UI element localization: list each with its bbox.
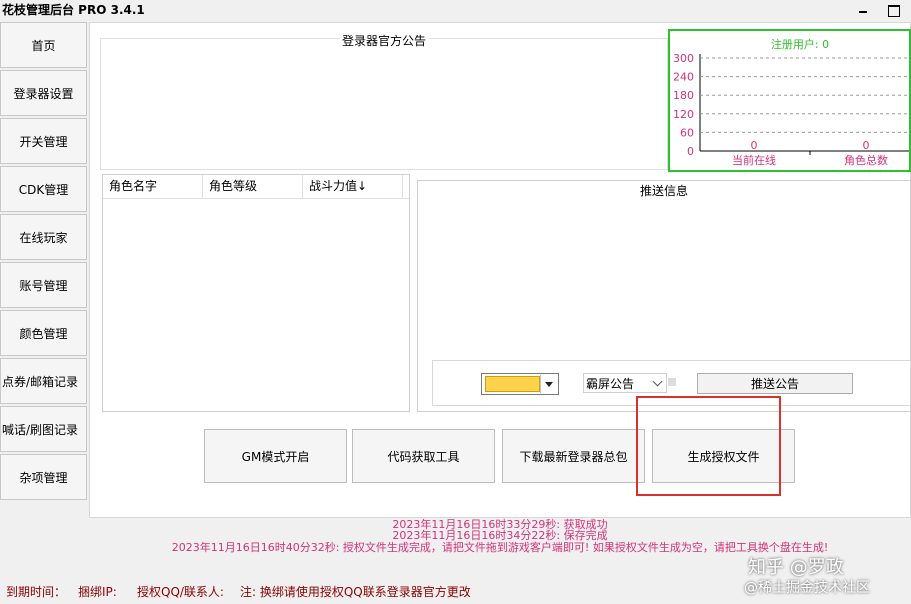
highlight-annotation bbox=[636, 396, 781, 496]
rebind-note: 注: 换绑请使用授权QQ联系登录器官方更改 bbox=[240, 585, 471, 599]
chart-category-label: 角色总数 bbox=[844, 153, 888, 167]
sidebar-item-points-mail-log[interactable]: 点券/邮箱记录 bbox=[0, 358, 87, 404]
gm-mode-button[interactable]: GM模式开启 bbox=[204, 429, 347, 483]
registered-users-chart: 注册用户: 0 0 60 120 180 240 300 0 当前在线 0 角色总数 bbox=[668, 29, 911, 172]
chart-y-tick-label: 240 bbox=[673, 71, 694, 84]
color-swatch bbox=[485, 376, 540, 392]
contact-label: 授权QQ/联系人: bbox=[137, 585, 224, 599]
notice-title: 登录器官方公告 bbox=[339, 34, 428, 48]
sidebar-item-color-management[interactable]: 颜色管理 bbox=[0, 310, 87, 356]
chart-y-tick-label: 180 bbox=[673, 89, 694, 102]
sidebar-item-shout-map-log[interactable]: 喊话/刷图记录 bbox=[0, 406, 87, 452]
sidebar-item-cdk-management[interactable]: CDK管理 bbox=[0, 166, 87, 212]
chart-data-label: 0 bbox=[863, 139, 870, 152]
column-header-combat-power[interactable]: 战斗力值↓ bbox=[303, 175, 403, 199]
sidebar-item-account-management[interactable]: 账号管理 bbox=[0, 262, 87, 308]
watermark-zhihu: 知乎 @罗政 bbox=[748, 557, 844, 578]
sidebar-item-misc-management[interactable]: 杂项管理 bbox=[0, 454, 87, 500]
chart-y-tick-label: 120 bbox=[673, 108, 694, 121]
chart-y-tick-label: 300 bbox=[673, 52, 694, 65]
push-title: 推送信息 bbox=[639, 184, 688, 198]
chart-data-label: 0 bbox=[751, 139, 758, 152]
bind-ip-label: 捆绑IP: bbox=[78, 585, 117, 599]
code-tool-button[interactable]: 代码获取工具 bbox=[352, 429, 495, 483]
push-notice-button[interactable]: 推送公告 bbox=[697, 373, 853, 394]
chart-y-tick-label: 60 bbox=[680, 126, 694, 139]
app-title: 花枝管理后台 PRO 3.4.1 bbox=[2, 3, 145, 17]
minimize-icon[interactable] bbox=[856, 2, 870, 16]
dropdown-arrow-icon bbox=[540, 375, 557, 393]
sidebar-item-switch-management[interactable]: 开关管理 bbox=[0, 118, 87, 164]
spacer-block bbox=[668, 378, 676, 386]
title-bar: 花枝管理后台 PRO 3.4.1 bbox=[0, 0, 911, 20]
sidebar-item-online-players[interactable]: 在线玩家 bbox=[0, 214, 87, 260]
sidebar-item-home[interactable]: 首页 bbox=[0, 22, 87, 68]
maximize-icon[interactable] bbox=[886, 2, 900, 17]
push-type-select[interactable]: 霸屏公告 bbox=[583, 373, 667, 393]
chart-y-tick-label: 0 bbox=[687, 145, 694, 158]
chart-svg: 注册用户: 0 060120180240300 0当前在线0角色总数 bbox=[673, 37, 909, 167]
chart-title: 注册用户: 0 bbox=[771, 37, 829, 51]
column-header-role-name[interactable]: 角色名字 bbox=[103, 175, 203, 199]
column-header-role-level[interactable]: 角色等级 bbox=[203, 175, 303, 199]
color-select[interactable] bbox=[481, 373, 559, 395]
chart-category-label: 当前在线 bbox=[732, 153, 776, 167]
role-table[interactable]: 角色名字 角色等级 战斗力值↓ bbox=[102, 174, 410, 412]
download-launcher-button[interactable]: 下载最新登录器总包 bbox=[502, 429, 645, 483]
role-table-header: 角色名字 角色等级 战斗力值↓ bbox=[103, 175, 409, 199]
expiry-label: 到期时间： bbox=[6, 585, 67, 599]
watermark-juejin: @稀土掘金技术社区 bbox=[744, 580, 870, 596]
official-notice-panel[interactable]: 登录器官方公告 bbox=[100, 34, 668, 170]
push-type-value: 霸屏公告 bbox=[586, 377, 635, 391]
chevron-down-icon bbox=[652, 377, 664, 389]
sidebar-item-launcher-settings[interactable]: 登录器设置 bbox=[0, 70, 87, 116]
